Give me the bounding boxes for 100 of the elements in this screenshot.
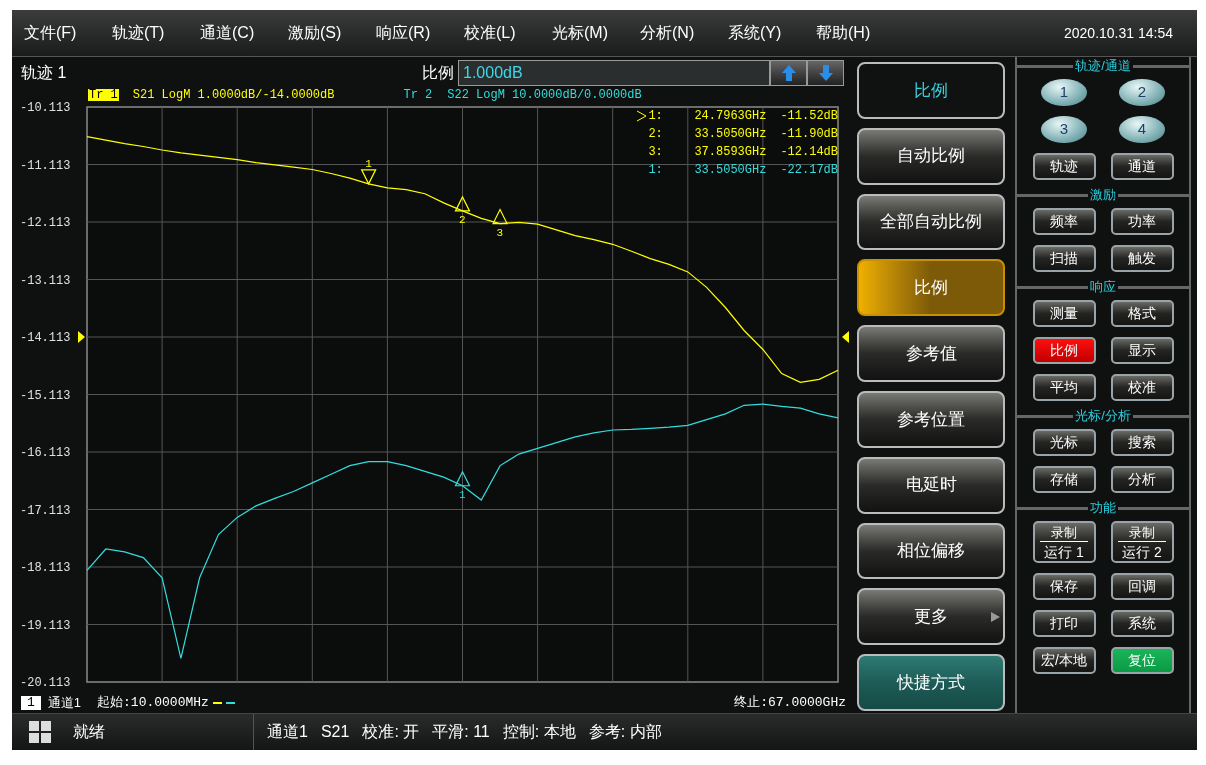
reference-arrow-icon (842, 331, 849, 343)
panel-button[interactable]: 轨迹 (1032, 153, 1096, 180)
panel-button[interactable]: 频率 (1032, 208, 1096, 235)
group-title: 轨迹/通道 (1074, 57, 1132, 76)
marker-number: 3: (648, 144, 664, 161)
softkey-button[interactable]: 自动比例 (857, 127, 1005, 185)
marker-frequency: 33.5050GHz (694, 126, 768, 143)
decrease-button[interactable] (807, 59, 844, 86)
menu-item[interactable]: 帮助(H) (816, 21, 904, 45)
softkey-button[interactable]: 更多 (857, 588, 1005, 646)
status-item: 参考: 内部 (588, 722, 662, 742)
date-time: 2020.10.31 14:54 (1064, 23, 1173, 43)
axis-tick-label: -17.113 (20, 503, 71, 518)
menu-item[interactable]: 通道(C) (200, 21, 288, 45)
group-title: 光标/分析 (1074, 407, 1132, 426)
marker-frequency: 24.7963GHz (694, 108, 768, 125)
channel-oval-button[interactable]: 1 (1041, 79, 1087, 106)
marker-label: 1 (459, 488, 466, 501)
panel-button[interactable]: 功率 (1110, 208, 1174, 235)
panel-button[interactable]: 校准 (1110, 374, 1174, 401)
panel-button[interactable]: 保存 (1032, 573, 1096, 600)
channel-oval-button[interactable]: 2 (1119, 79, 1165, 106)
panel-button[interactable]: 显示 (1110, 337, 1174, 364)
menu-item[interactable]: 系统(Y) (728, 21, 816, 45)
start-frequency: 起始:10.0000MHz (97, 694, 209, 713)
softkey-button[interactable]: 电延时 (857, 456, 1005, 514)
windows-grid-icon[interactable] (29, 721, 51, 743)
panel-button[interactable]: 比例 (1032, 337, 1096, 364)
panel-button[interactable]: 打印 (1032, 610, 1096, 637)
panel-button[interactable]: 平均 (1032, 374, 1096, 401)
marker-number: 1: (648, 162, 664, 179)
menu-item[interactable]: 响应(R) (376, 21, 464, 45)
marker-frequency: 37.8593GHz (694, 144, 768, 161)
panel-button[interactable]: 触发 (1110, 245, 1174, 272)
channel-oval-button[interactable]: 4 (1119, 116, 1165, 143)
panel-button[interactable]: 测量 (1032, 300, 1096, 327)
trace-title: 轨迹 1 (21, 62, 67, 83)
axis-tick-label: -13.113 (20, 273, 71, 288)
softkey-button[interactable]: 比例 (857, 62, 1005, 119)
trace-label[interactable]: Tr 2 (402, 88, 434, 101)
channel-number: 1 (21, 696, 41, 710)
status-item: 控制: 本地 (502, 722, 576, 742)
panel-button[interactable]: 格式 (1110, 300, 1174, 327)
arrow-right-icon (991, 611, 1000, 622)
panel-button[interactable]: 扫描 (1032, 245, 1096, 272)
axis-tick-label: -20.113 (20, 676, 71, 690)
channel-label: 通道1 (47, 694, 82, 713)
panel-button[interactable]: 通道 (1110, 153, 1174, 180)
status-item: S21 (320, 722, 350, 742)
record-run-button[interactable]: 录制 运行 1 (1032, 521, 1096, 563)
axis-tick-label: -10.113 (20, 101, 71, 115)
menu-item[interactable]: 分析(N) (640, 21, 728, 45)
entry-label: 比例 (422, 62, 454, 83)
menu-item[interactable]: 校准(L) (464, 21, 552, 45)
panel-button[interactable]: 光标 (1032, 429, 1096, 456)
trace-label[interactable]: Tr 1 (88, 88, 119, 101)
trace-info: S22 LogM 10.0000dB/0.0000dB (447, 88, 642, 101)
arrow-down-icon (818, 64, 833, 81)
group-title: 激励 (1089, 186, 1117, 205)
axis-tick-label: -19.113 (20, 618, 71, 633)
record-run-button[interactable]: 录制 运行 2 (1110, 521, 1174, 563)
status-item: 平滑: 11 (432, 722, 490, 742)
status-item: 校准: 开 (362, 722, 420, 742)
stop-frequency: 终止:67.0000GHz (734, 694, 846, 713)
softkey-button[interactable]: 全部自动比例 (857, 193, 1005, 251)
menu-item[interactable]: 轨迹(T) (112, 21, 200, 45)
panel-button[interactable]: 分析 (1110, 466, 1174, 493)
marker-number: 1: (648, 108, 664, 125)
marker-label: 1 (365, 157, 372, 170)
status-item: 通道1 (267, 722, 308, 742)
axis-tick-label: -12.113 (20, 216, 71, 230)
softkey-button[interactable]: 参考值 (857, 325, 1005, 382)
group-title: 功能 (1089, 499, 1117, 518)
softkey-button[interactable]: 比例 (857, 259, 1005, 317)
panel-button[interactable]: 搜索 (1110, 429, 1174, 456)
marker-value: -11.52dB (780, 108, 838, 125)
axis-tick-label: -16.113 (20, 446, 71, 460)
marker-frequency: 33.5050GHz (694, 162, 768, 179)
menu-item[interactable]: 激励(S) (288, 21, 376, 45)
marker-number: 2: (648, 126, 664, 143)
arrow-up-icon (781, 64, 796, 81)
status-ready: 就绪 (73, 722, 106, 742)
marker-value: -22.17dB (780, 162, 838, 179)
trace-info: S21 LogM 1.0000dB/-14.0000dB (132, 88, 335, 101)
channel-oval-button[interactable]: 3 (1041, 116, 1087, 143)
panel-button[interactable]: 系统 (1110, 610, 1174, 637)
marker-label: 3 (496, 226, 504, 239)
softkey-button[interactable]: 快捷方式 (857, 654, 1005, 711)
marker-value: -12.14dB (780, 144, 838, 161)
panel-button[interactable]: 回调 (1110, 573, 1174, 600)
axis-tick-label: -11.113 (20, 158, 71, 173)
panel-button[interactable]: 宏/本地 (1032, 647, 1096, 674)
increase-button[interactable] (770, 59, 807, 86)
softkey-button[interactable]: 参考位置 (857, 391, 1005, 448)
panel-button[interactable]: 存储 (1032, 466, 1096, 493)
group-title: 响应 (1089, 278, 1117, 297)
value-input-field[interactable]: 1.000dB (458, 59, 770, 86)
menu-item[interactable]: 光标(M) (552, 21, 640, 45)
menu-item[interactable]: 文件(F) (24, 21, 112, 45)
softkey-button[interactable]: 相位偏移 (857, 522, 1005, 580)
